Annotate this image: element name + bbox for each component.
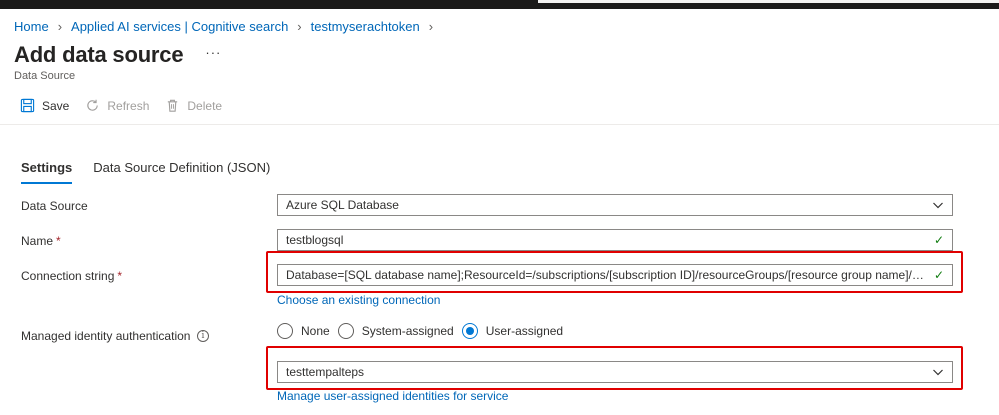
required-marker: * [117, 269, 123, 283]
chevron-right-icon: › [57, 18, 63, 34]
command-bar: Save Refresh Delete [20, 98, 238, 113]
more-options-icon[interactable]: ··· [205, 45, 221, 60]
radio-user-assigned[interactable]: User-assigned [461, 323, 563, 339]
data-source-value: Azure SQL Database [286, 198, 399, 212]
breadcrumb-home[interactable]: Home [14, 19, 49, 34]
global-search-bar[interactable] [538, 0, 999, 3]
breadcrumb-cognitive-search[interactable]: Applied AI services | Cognitive search [71, 19, 288, 34]
data-source-dropdown[interactable]: Azure SQL Database [277, 194, 953, 216]
delete-label: Delete [187, 98, 223, 113]
page-title: Add data source [14, 42, 184, 67]
chevron-right-icon: › [428, 18, 434, 34]
identity-dropdown-highlight [266, 346, 963, 390]
radio-circle [277, 323, 293, 339]
manage-identities-link[interactable]: Manage user-assigned identities for serv… [277, 389, 508, 403]
title-row: Add data source ··· [14, 42, 221, 68]
save-button[interactable]: Save [20, 98, 69, 113]
name-input[interactable]: testblogsql ✓ [277, 229, 953, 251]
radio-none[interactable]: None [277, 323, 330, 339]
required-marker: * [56, 234, 61, 248]
radio-system-assigned[interactable]: System-assigned [337, 323, 454, 339]
refresh-button[interactable]: Refresh [85, 98, 149, 113]
save-icon [20, 98, 35, 113]
refresh-icon [87, 99, 99, 111]
tab-data-source-definition[interactable]: Data Source Definition (JSON) [93, 160, 270, 184]
tab-settings[interactable]: Settings [21, 160, 73, 184]
page-subtitle: Data Source [14, 70, 76, 82]
delete-button[interactable]: Delete [165, 98, 222, 113]
trash-icon [168, 99, 178, 112]
radio-circle-selected [461, 323, 478, 339]
toolbar-divider [0, 124, 999, 125]
breadcrumb-search-service[interactable]: testmyserachtoken [311, 19, 420, 34]
managed-identity-radio-group: None System-assigned User-assigned [277, 323, 571, 339]
choose-existing-connection-link[interactable]: Choose an existing connection [277, 293, 440, 307]
valid-check-icon: ✓ [933, 233, 944, 247]
name-value: testblogsql [286, 233, 344, 247]
data-source-label: Data Source [21, 199, 88, 213]
chevron-right-icon: › [297, 18, 302, 34]
name-label: Name * [21, 234, 61, 248]
refresh-label: Refresh [107, 98, 150, 113]
breadcrumb: Home › Applied AI services | Cognitive s… [14, 17, 442, 35]
managed-identity-label: Managed identity authentication [21, 329, 191, 343]
tab-strip: Settings Data Source Definition (JSON) [21, 160, 291, 184]
radio-circle [337, 323, 354, 339]
connection-string-label: Connection string * [21, 269, 123, 283]
chevron-down-icon [933, 202, 943, 209]
save-label: Save [42, 98, 70, 113]
connection-string-highlight [266, 251, 963, 293]
info-icon[interactable]: i [197, 330, 209, 342]
portal-top-bar [0, 0, 999, 9]
